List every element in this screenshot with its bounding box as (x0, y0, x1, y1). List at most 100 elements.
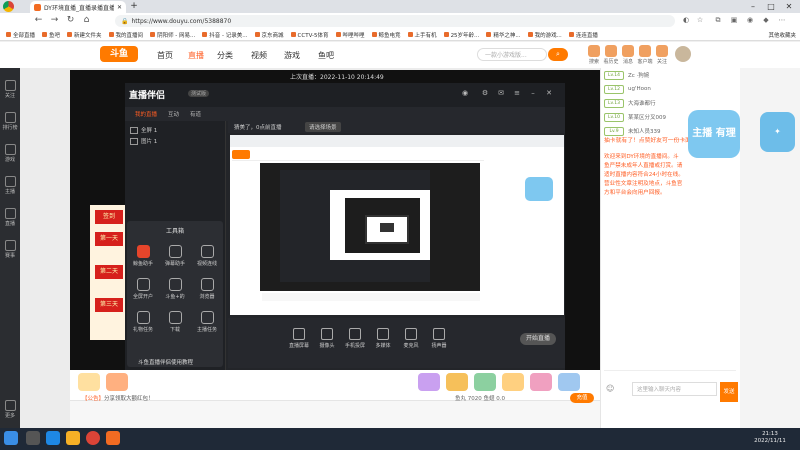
tool-video-link[interactable]: 视频连线 (191, 245, 223, 267)
avatar[interactable] (675, 46, 691, 62)
sidebar-item-more[interactable]: 更多 (0, 400, 20, 419)
minimize-icon[interactable]: – (745, 0, 761, 13)
send-button[interactable]: 发送 (720, 382, 738, 402)
bookmark[interactable]: 京东商城 (254, 31, 284, 39)
bookmark[interactable]: 鲸鱼电竞 (371, 31, 401, 39)
bookmark[interactable]: 精华之神... (486, 31, 521, 39)
bookmark[interactable]: CCTV-5体育 (290, 31, 329, 39)
tab-close-icon[interactable]: ✕ (117, 4, 122, 11)
tool-browser[interactable]: 浏览器 (191, 278, 223, 300)
back-icon[interactable]: ← (32, 14, 45, 27)
extensions-icon[interactable]: ⧉ (712, 14, 724, 27)
bookmark[interactable]: 25岁年龄... (443, 31, 479, 39)
ctrl-media[interactable]: 多媒体 (369, 328, 397, 349)
tool-anchor-task[interactable]: 主播任务 (191, 311, 223, 333)
rank-row[interactable]: Lv.13 大海谁都行 (604, 98, 736, 108)
bookmark[interactable]: 阴阳师 - 网易... (150, 31, 195, 39)
collections-icon[interactable]: ▣ (728, 14, 740, 27)
start-live-button[interactable]: 开始直播 (520, 333, 556, 345)
gift-icon[interactable] (418, 373, 440, 391)
sidebar-item-follow[interactable]: 关注 (0, 80, 20, 99)
menu-icon[interactable]: ⋯ (776, 14, 788, 27)
chrome-logo-icon[interactable] (3, 1, 14, 12)
star-icon[interactable]: ☆ (694, 14, 706, 27)
windows-start-icon[interactable] (4, 431, 18, 445)
tool-download[interactable]: 下载 (159, 311, 191, 333)
bookmark[interactable]: 新建文件夹 (67, 31, 102, 39)
tool-douyu-plus[interactable]: 斗鱼+的 (159, 278, 191, 300)
search-taskbar-icon[interactable] (26, 431, 40, 445)
scene-item[interactable]: 全屏 1 (130, 126, 157, 134)
forward-icon[interactable]: → (48, 14, 61, 27)
bookmark[interactable]: 上手有机 (407, 31, 437, 39)
browser-tab[interactable]: DY环境直播_直播录播直播_斗鱼... ✕ (30, 1, 126, 13)
close-window-icon[interactable]: ✕ (781, 0, 797, 13)
folder-icon[interactable] (66, 431, 80, 445)
bookmark[interactable]: 鱼吧 (42, 31, 60, 39)
clock[interactable]: 21:13 2022/11/11 (745, 431, 795, 445)
nav-yuba[interactable]: 鱼吧 (318, 50, 334, 61)
edge-icon[interactable] (46, 431, 60, 445)
gift-icon[interactable] (502, 373, 524, 391)
sidebar-item-anchor[interactable]: 主播 (0, 176, 20, 195)
sidebar-item-game[interactable]: 游戏 (0, 144, 20, 163)
gift-icon[interactable] (474, 373, 496, 391)
app-close-icon[interactable]: ✕ (544, 89, 554, 97)
reload-icon[interactable]: ↻ (64, 14, 77, 27)
charge-button[interactable]: 充值 (570, 393, 594, 403)
nav-video[interactable]: 视频 (251, 50, 267, 61)
tool-gift-task[interactable]: 礼物任务 (127, 311, 159, 333)
app-menu-icon[interactable]: ≡ (512, 89, 522, 97)
profile-icon[interactable]: ◉ (744, 14, 756, 27)
douyu-app-icon[interactable] (106, 431, 120, 445)
ctrl-mic[interactable]: 麦克风 (397, 328, 425, 349)
app-settings-icon[interactable]: ⚙ (480, 89, 490, 97)
home-icon[interactable]: ⌂ (80, 14, 93, 27)
tool-danmu[interactable]: 弹幕助手 (159, 245, 191, 267)
chat-input[interactable]: 这里输入聊天内容 (632, 382, 717, 396)
nav-live[interactable]: 直播 (188, 50, 204, 61)
gift-icon[interactable] (530, 373, 552, 391)
select-scene-button[interactable]: 请选择场景 (305, 122, 341, 132)
gift-icon[interactable] (558, 373, 580, 391)
bookmark[interactable]: 我的直播间 (108, 31, 143, 39)
new-tab-button[interactable]: + (129, 1, 139, 12)
app-notice[interactable]: 斗鱼直播伴侣使用教程 (138, 358, 193, 366)
gift-icon[interactable] (78, 373, 100, 391)
ctrl-speaker[interactable]: 扬声器 (425, 328, 453, 349)
app-mail-icon[interactable]: ✉ (496, 89, 506, 97)
nav-game[interactable]: 游戏 (284, 50, 300, 61)
tab-interact[interactable]: 互动 (168, 110, 179, 118)
nav-category[interactable]: 分类 (217, 50, 233, 61)
translate-icon[interactable]: ◐ (680, 14, 692, 27)
rank-row[interactable]: Lv.14 Zc ·狗婉 (604, 70, 736, 80)
other-bookmarks[interactable]: 其他收藏夹 (768, 31, 796, 39)
shield-icon[interactable]: ◆ (760, 14, 772, 27)
bookmark[interactable]: 哔哩哔哩 (335, 31, 365, 39)
douyu-logo[interactable]: 斗鱼 (100, 46, 138, 62)
scene-item[interactable]: 图片 1 (130, 137, 157, 145)
bookmark[interactable]: 全部直播 (6, 31, 35, 39)
search-input[interactable]: 一款小游戏版... (477, 48, 547, 61)
ctrl-phone[interactable]: 手机投屏 (341, 328, 369, 349)
header-link[interactable]: 关注 (651, 45, 673, 65)
rank-row[interactable]: Lv.12 ug'Hoon (604, 84, 736, 94)
nav-home[interactable]: 首页 (157, 50, 173, 61)
sidebar-item-rank[interactable]: 排行榜 (0, 112, 20, 131)
app-avatar-icon[interactable]: ◉ (460, 89, 470, 97)
app-minimize-icon[interactable]: – (528, 89, 538, 97)
gift-icon[interactable] (446, 373, 468, 391)
ctrl-screen[interactable]: 直播屏幕 (285, 328, 313, 349)
sidebar-item-event[interactable]: 赛事 (0, 240, 20, 259)
bookmark[interactable]: 连连直播 (568, 31, 598, 39)
bookmark[interactable]: 我的游戏... (527, 31, 562, 39)
tool-fullscreen[interactable]: 全屏开户 (127, 278, 159, 300)
event-badge-icon[interactable]: ✦ (760, 112, 795, 152)
sidebar-item-live[interactable]: 直播 (0, 208, 20, 227)
tab-youdao[interactable]: 有道 (190, 110, 201, 118)
tab-my-live[interactable]: 我的直播 (135, 110, 157, 118)
gift-icon[interactable] (106, 373, 128, 391)
maximize-icon[interactable]: □ (763, 0, 779, 13)
tool-whale[interactable]: 鲸鱼助手 (127, 245, 159, 267)
ctrl-camera[interactable]: 摄像头 (313, 328, 341, 349)
